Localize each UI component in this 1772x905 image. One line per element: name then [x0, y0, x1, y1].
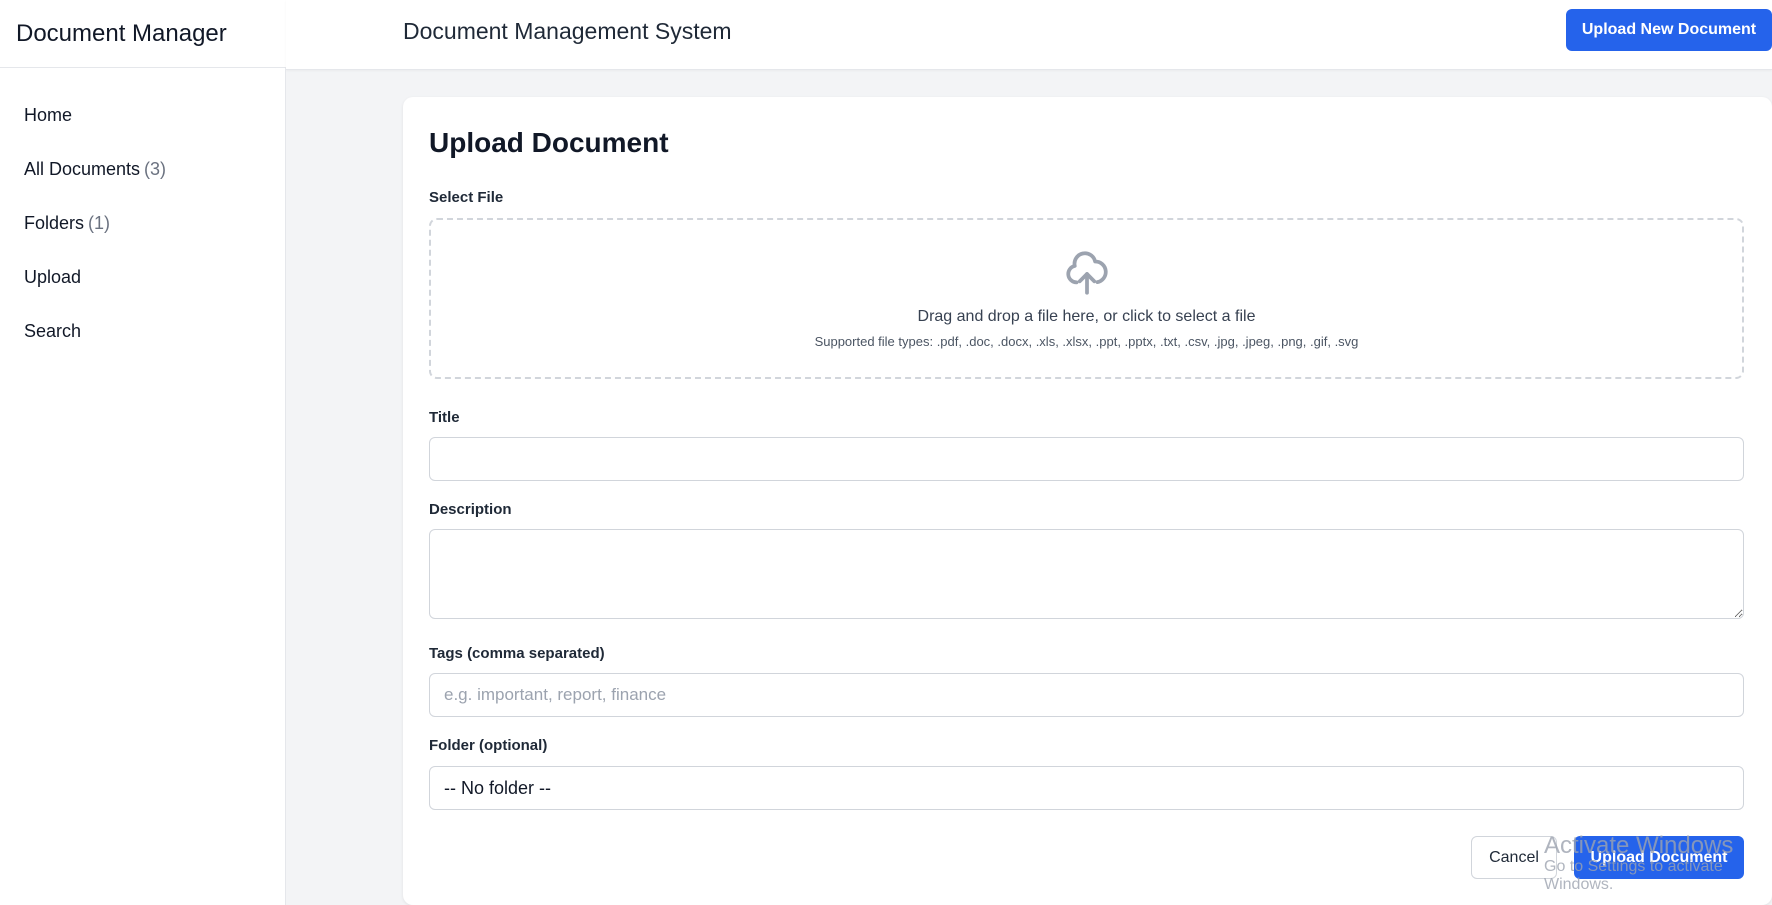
top-header: Document Management System Upload New Do…	[286, 0, 1772, 70]
description-textarea[interactable]	[429, 529, 1744, 619]
description-label: Description	[429, 501, 512, 518]
supported-file-types: Supported file types: .pdf, .doc, .docx,…	[814, 334, 1359, 349]
sidebar-item-folders[interactable]: Folders (1)	[0, 196, 285, 250]
sidebar-item-label: Folders	[24, 213, 85, 233]
app-title: Document Manager	[16, 19, 227, 47]
form-heading: Upload Document	[429, 127, 669, 158]
tags-label: Tags (comma separated)	[429, 645, 605, 662]
sidebar-item-upload[interactable]: Upload	[0, 250, 285, 304]
select-file-label: Select File	[429, 189, 504, 206]
sidebar-item-label: Search	[24, 321, 82, 341]
app-brand: Document Manager	[0, 0, 286, 68]
upload-document-button[interactable]: Upload Document	[1574, 836, 1744, 879]
sidebar-item-search[interactable]: Search	[0, 304, 285, 358]
upload-new-document-button[interactable]: Upload New Document	[1566, 9, 1772, 51]
sidebar-item-label: Home	[24, 105, 73, 125]
folder-label: Folder (optional)	[429, 737, 548, 754]
cancel-button[interactable]: Cancel	[1471, 836, 1557, 879]
document-count-badge: (3)	[144, 159, 167, 179]
sidebar-item-all-documents[interactable]: All Documents (3)	[0, 142, 285, 196]
folder-select-value: -- No folder --	[444, 777, 552, 798]
sidebar: Home All Documents (3) Folders (1) Upload …	[0, 68, 286, 905]
title-label: Title	[429, 409, 460, 426]
tags-input[interactable]	[429, 673, 1744, 717]
sidebar-item-label: Upload	[24, 267, 82, 287]
dropzone-instructions: Drag and drop a file here, or click to s…	[917, 308, 1256, 325]
sidebar-item-home[interactable]: Home	[0, 88, 285, 142]
upload-form-card: Upload Document Select File Drag and dro…	[403, 97, 1772, 905]
sidebar-item-label: All Documents	[24, 159, 141, 179]
file-dropzone[interactable]: Drag and drop a file here, or click to s…	[429, 218, 1744, 379]
folder-count-badge: (1)	[88, 213, 111, 233]
cloud-upload-icon	[1065, 251, 1108, 295]
page-title: Document Management System	[403, 18, 732, 44]
folder-select[interactable]: -- No folder --	[429, 766, 1744, 810]
title-input[interactable]	[429, 437, 1744, 481]
